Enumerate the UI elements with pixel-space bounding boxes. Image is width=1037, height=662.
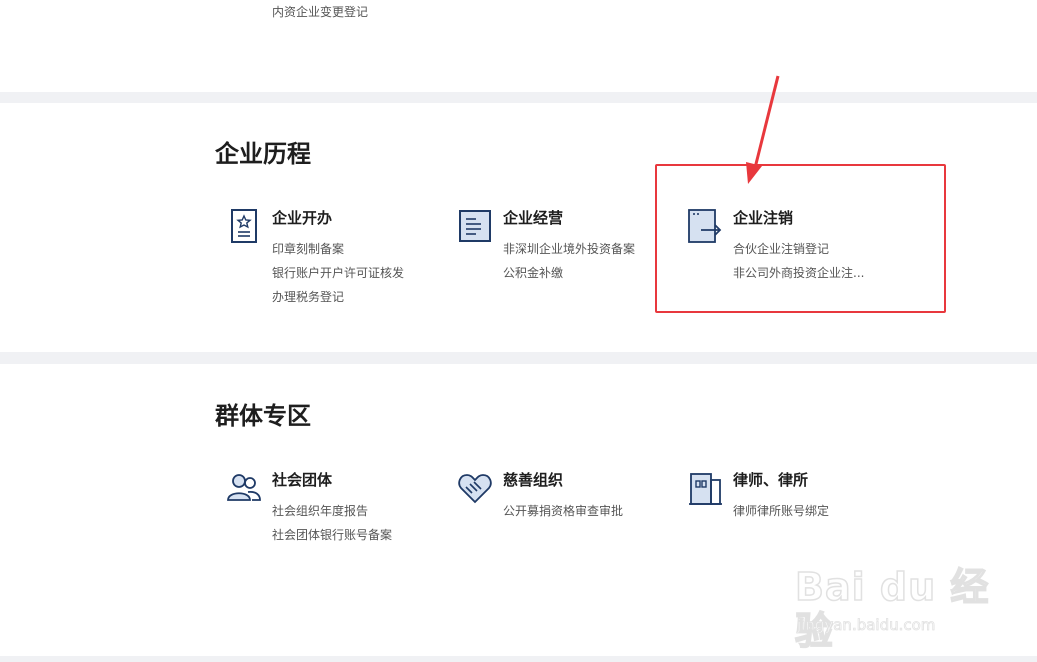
link-domestic-enterprise-change[interactable]: 内资企业变更登记 xyxy=(272,3,368,20)
people-group-icon xyxy=(226,470,262,506)
card-title-enterprise-opening[interactable]: 企业开办 xyxy=(272,208,332,228)
baidu-jingyan-watermark: Bai du 经验 jingyan.baidu.com xyxy=(794,555,995,654)
section-divider xyxy=(0,92,1037,103)
link-bank-account-filing[interactable]: 社会团体银行账号备案 xyxy=(272,523,392,547)
section-divider xyxy=(0,656,1037,662)
annotation-arrow xyxy=(746,75,780,184)
section-title-enterprise-journey: 企业历程 xyxy=(215,140,311,168)
link-lawyer-account-binding[interactable]: 律师律所账号绑定 xyxy=(733,499,829,523)
link-annual-report[interactable]: 社会组织年度报告 xyxy=(272,499,392,523)
law-office-icon xyxy=(687,470,723,506)
watermark-brand: Bai du 经验 xyxy=(794,564,990,654)
card-title-social-organization[interactable]: 社会团体 xyxy=(272,470,332,490)
section-title-group-zone: 群体专区 xyxy=(215,402,311,430)
document-lines-icon xyxy=(457,208,493,244)
annotation-highlight-box xyxy=(655,164,946,313)
certificate-icon xyxy=(226,208,262,244)
card-title-enterprise-operation[interactable]: 企业经营 xyxy=(503,208,563,228)
link-seal-engraving-filing[interactable]: 印章刻制备案 xyxy=(272,237,404,261)
link-public-fundraising-approval[interactable]: 公开募捐资格审查审批 xyxy=(503,499,623,523)
card-title-charity-organization[interactable]: 慈善组织 xyxy=(503,470,563,490)
card-title-lawyers-law-firms[interactable]: 律师、律所 xyxy=(733,470,808,490)
link-overseas-investment-filing[interactable]: 非深圳企业境外投资备案 xyxy=(503,237,635,261)
link-bank-account-permit[interactable]: 银行账户开户许可证核发 xyxy=(272,261,404,285)
section-divider xyxy=(0,352,1037,364)
link-tax-registration[interactable]: 办理税务登记 xyxy=(272,285,404,309)
watermark-url: jingyan.baidu.com xyxy=(797,616,936,635)
link-provident-fund-payment[interactable]: 公积金补缴 xyxy=(503,261,635,285)
heart-handshake-icon xyxy=(457,470,493,506)
